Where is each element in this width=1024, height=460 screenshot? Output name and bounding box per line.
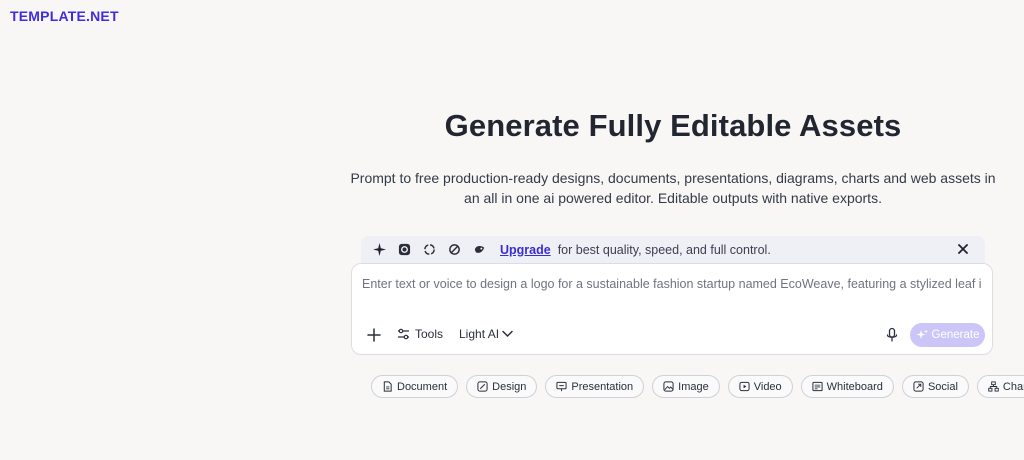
template-net-logo[interactable]: TEMPLATE.NET xyxy=(10,8,119,24)
upgrade-link[interactable]: Upgrade xyxy=(500,243,551,257)
model-selector[interactable]: Light AI xyxy=(459,327,513,341)
asset-type-chips: Document Design Presentation Image Video… xyxy=(371,375,1024,398)
chip-label: Document xyxy=(397,380,448,393)
chip-video[interactable]: Video xyxy=(727,375,793,398)
prompt-input[interactable] xyxy=(362,274,982,294)
model-label: Light AI xyxy=(459,327,500,341)
social-icon xyxy=(913,381,924,392)
sliders-icon xyxy=(398,328,409,340)
add-attachment-button[interactable] xyxy=(366,327,382,343)
tools-button[interactable]: Tools xyxy=(397,327,443,341)
whiteboard-icon xyxy=(812,381,823,392)
generate-label: Generate xyxy=(931,329,980,341)
chip-image[interactable]: Image xyxy=(652,375,720,398)
chip-presentation[interactable]: Presentation xyxy=(545,375,645,398)
page-title: Generate Fully Editable Assets xyxy=(444,108,902,143)
chip-social[interactable]: Social xyxy=(901,375,969,398)
page-subtitle: Prompt to free production-ready designs,… xyxy=(350,170,996,206)
sparkles-icon xyxy=(916,329,928,339)
upgrade-message: for best quality, speed, and full contro… xyxy=(557,242,771,257)
chip-chart[interactable]: Chart xyxy=(976,375,1024,398)
chip-document[interactable]: Document xyxy=(371,375,459,398)
chip-label: Design xyxy=(492,380,527,393)
prompt-composer: Tools Light AI Generate xyxy=(351,263,993,355)
generate-button[interactable]: Generate xyxy=(910,323,985,347)
grok-icon xyxy=(447,243,461,257)
image-icon xyxy=(663,381,674,392)
openai-icon xyxy=(397,243,411,257)
composer-toolbar: Tools Light AI Generate xyxy=(352,322,992,350)
microphone-button[interactable] xyxy=(884,327,900,343)
video-icon xyxy=(739,381,750,392)
chip-label: Chart xyxy=(1002,380,1024,393)
deepseek-icon xyxy=(472,243,486,257)
document-icon xyxy=(383,381,392,392)
tools-label: Tools xyxy=(415,327,444,341)
chip-label: Social xyxy=(927,380,958,393)
chip-label: Whiteboard xyxy=(826,380,883,393)
chip-label: Presentation xyxy=(571,380,634,393)
chevron-down-icon xyxy=(502,330,513,338)
gemini-icon xyxy=(422,243,436,257)
presentation-icon xyxy=(556,381,567,392)
close-icon[interactable] xyxy=(955,241,971,257)
upgrade-banner: Upgrade for best quality, speed, and ful… xyxy=(361,236,985,263)
sparkle-icon xyxy=(372,243,386,257)
chip-design[interactable]: Design xyxy=(466,375,538,398)
chip-label: Image xyxy=(678,380,709,393)
chip-whiteboard[interactable]: Whiteboard xyxy=(800,375,894,398)
chip-label: Video xyxy=(753,380,782,393)
chart-icon xyxy=(988,381,999,392)
design-icon xyxy=(477,381,488,392)
